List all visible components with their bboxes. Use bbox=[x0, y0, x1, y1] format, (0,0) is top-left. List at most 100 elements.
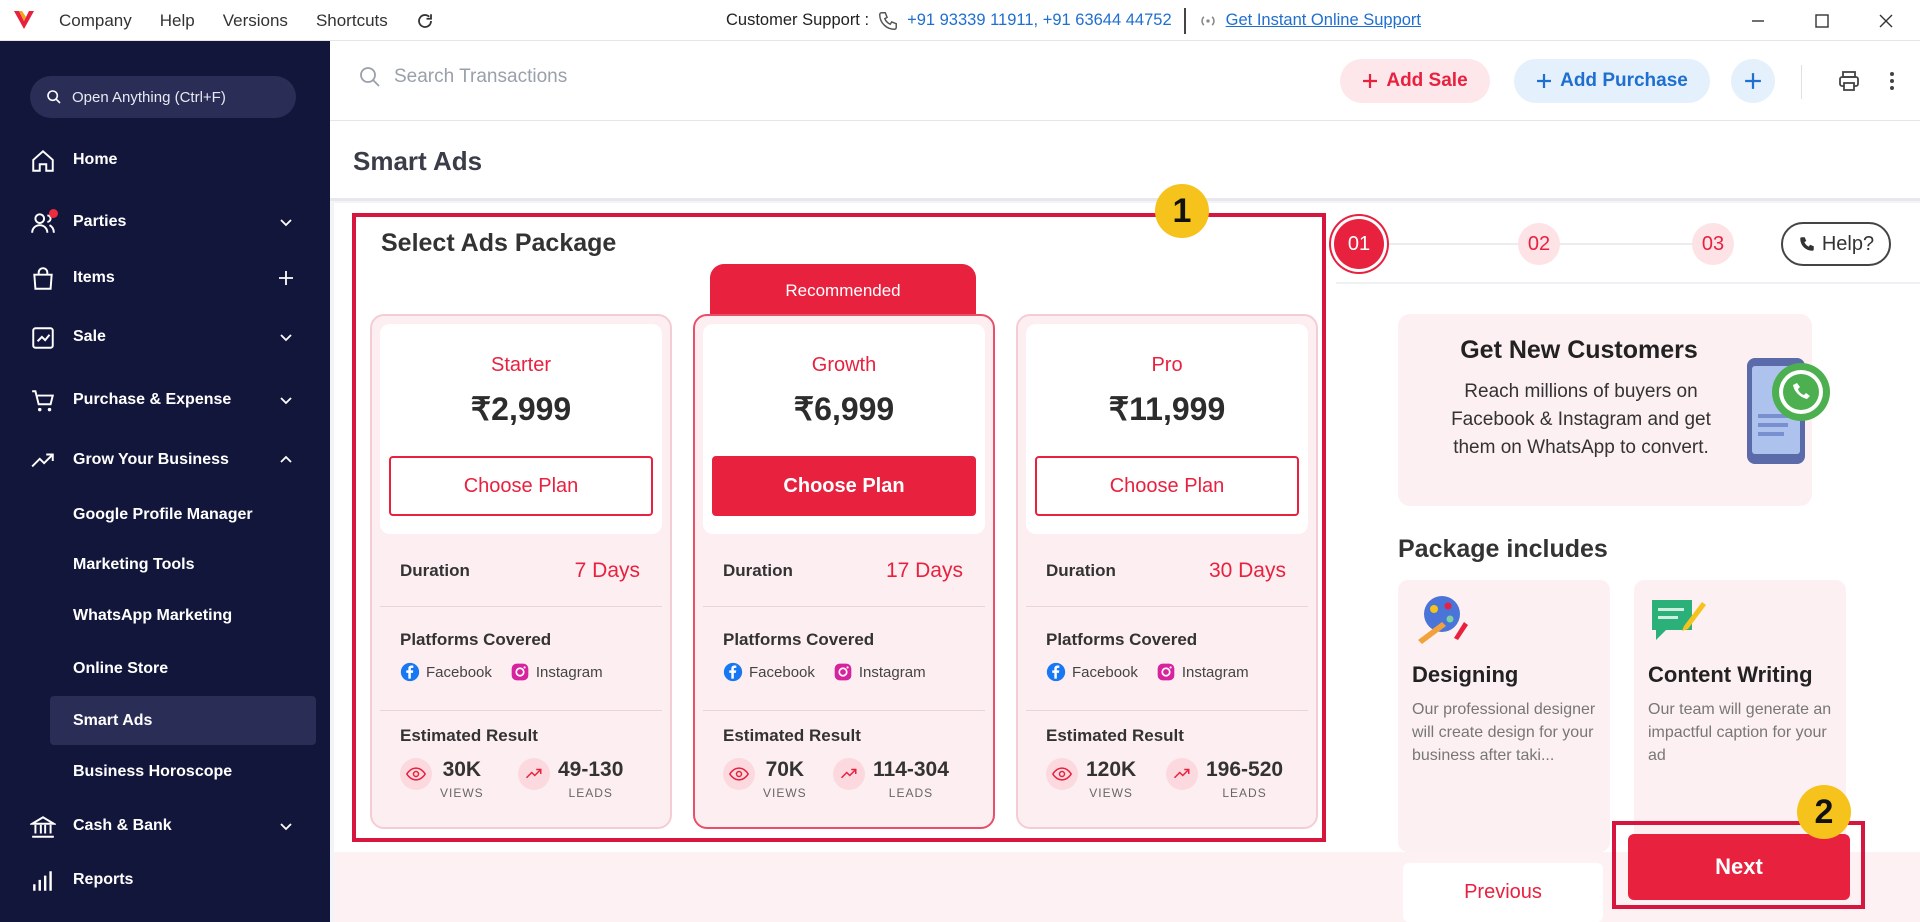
open-anything-search[interactable]: Open Anything (Ctrl+F) bbox=[30, 76, 296, 118]
help-label: Help? bbox=[1821, 232, 1875, 255]
home-icon bbox=[32, 149, 54, 172]
close-button[interactable] bbox=[1856, 0, 1916, 41]
divider bbox=[1801, 65, 1802, 99]
sidebar-item-purchase-expense[interactable]: Purchase & Expense bbox=[0, 378, 330, 422]
include-card-title: Designing bbox=[1412, 662, 1519, 687]
chevron-up-icon bbox=[280, 455, 292, 463]
step-indicator: 03 bbox=[1692, 223, 1734, 265]
phone-icon bbox=[1800, 237, 1814, 251]
close-icon bbox=[1879, 14, 1893, 27]
transaction-search[interactable]: Search Transactions bbox=[358, 65, 567, 89]
add-sale-label: Add Sale bbox=[1386, 70, 1468, 91]
include-card-designing: Designing Our professional designer will… bbox=[1398, 580, 1610, 852]
next-button[interactable]: Next bbox=[1628, 834, 1850, 900]
shopping-bag-icon bbox=[33, 267, 53, 290]
package-includes-title: Package includes bbox=[1398, 535, 1608, 563]
sidebar-subitem-marketing-tools[interactable]: Marketing Tools bbox=[50, 540, 316, 589]
sidebar-subitem-online-store[interactable]: Online Store bbox=[50, 644, 316, 693]
cart-icon bbox=[32, 390, 54, 412]
design-palette-icon bbox=[1418, 596, 1468, 644]
page-header: Smart Ads bbox=[330, 121, 1920, 201]
refresh-icon[interactable] bbox=[416, 12, 434, 30]
search-icon bbox=[47, 90, 61, 104]
chevron-down-icon bbox=[280, 334, 292, 342]
sidebar-item-label: Sale bbox=[73, 328, 106, 345]
support-label: Customer Support : bbox=[726, 11, 870, 29]
divider bbox=[1183, 7, 1186, 34]
search-input-placeholder[interactable]: Search Transactions bbox=[394, 66, 567, 88]
whatsapp-phone-illustration-icon bbox=[1747, 358, 1830, 464]
annotation-marker: 2 bbox=[1797, 785, 1851, 839]
sidebar-item-label: Cash & Bank bbox=[73, 817, 172, 834]
include-card-title: Content Writing bbox=[1648, 662, 1813, 687]
include-card-description: Our team will generate an impactful capt… bbox=[1648, 701, 1832, 764]
bank-icon bbox=[30, 816, 56, 838]
search-icon bbox=[360, 67, 380, 87]
sidebar-item-cash-bank[interactable]: Cash & Bank bbox=[0, 804, 330, 848]
app-logo-icon bbox=[14, 11, 34, 29]
step-connector bbox=[1560, 243, 1692, 245]
sidebar-subitem-google-profile[interactable]: Google Profile Manager bbox=[50, 490, 316, 539]
promo-text: Reach millions of buyers on Facebook & I… bbox=[1451, 381, 1711, 458]
more-vertical-icon bbox=[1890, 72, 1894, 90]
print-button[interactable] bbox=[1835, 67, 1863, 95]
sidebar-item-label: Reports bbox=[73, 871, 134, 888]
help-button[interactable]: Help? bbox=[1781, 222, 1891, 266]
notification-dot bbox=[49, 209, 58, 218]
sidebar-item-parties[interactable]: Parties bbox=[0, 200, 330, 244]
bar-chart-icon bbox=[33, 871, 52, 891]
maximize-button[interactable] bbox=[1792, 0, 1852, 41]
add-purchase-button[interactable]: Add Purchase bbox=[1514, 59, 1710, 103]
sidebar-subitem-business-horoscope[interactable]: Business Horoscope bbox=[50, 747, 316, 796]
sidebar-item-label: Purchase & Expense bbox=[73, 391, 232, 408]
menu-help[interactable]: Help bbox=[160, 11, 195, 31]
chat-pencil-icon bbox=[1652, 600, 1706, 640]
sidebar: Open Anything (Ctrl+F) Home Parties Item… bbox=[0, 41, 330, 922]
annotation-marker: 1 bbox=[1155, 184, 1209, 238]
printer-icon bbox=[1839, 71, 1859, 91]
plus-icon bbox=[1537, 74, 1552, 88]
open-anything-label: Open Anything (Ctrl+F) bbox=[72, 88, 226, 106]
sidebar-item-reports[interactable]: Reports bbox=[0, 858, 330, 902]
divider bbox=[1336, 282, 1920, 284]
sidebar-item-label: Items bbox=[73, 269, 115, 286]
menu-shortcuts[interactable]: Shortcuts bbox=[316, 11, 388, 31]
phone-icon bbox=[879, 11, 898, 30]
menu-company[interactable]: Company bbox=[59, 11, 132, 31]
step-indicator: 02 bbox=[1518, 223, 1560, 265]
maximize-icon bbox=[1815, 13, 1829, 28]
plus-icon[interactable] bbox=[278, 270, 294, 286]
sidebar-item-label: Parties bbox=[73, 213, 127, 230]
title-bar: Company Help Versions Shortcuts Customer… bbox=[0, 0, 1920, 41]
promo-title: Get New Customers bbox=[1460, 336, 1698, 364]
sidebar-subitem-whatsapp-marketing[interactable]: WhatsApp Marketing bbox=[50, 591, 316, 640]
broadcast-icon bbox=[1201, 15, 1215, 26]
previous-button[interactable]: Previous bbox=[1403, 863, 1603, 922]
chevron-down-icon bbox=[280, 823, 292, 831]
step-connector bbox=[1384, 243, 1522, 245]
plus-icon bbox=[1363, 74, 1378, 88]
step-indicator-active: 01 bbox=[1334, 219, 1384, 269]
top-bar: Search Transactions Add Sale Add Purchas… bbox=[330, 41, 1920, 121]
menu-versions[interactable]: Versions bbox=[223, 11, 288, 31]
sidebar-item-sale[interactable]: Sale bbox=[0, 315, 330, 359]
more-options-button[interactable] bbox=[1878, 67, 1906, 95]
add-more-button[interactable] bbox=[1731, 59, 1775, 103]
chevron-down-icon bbox=[280, 397, 292, 405]
sidebar-item-label: Home bbox=[73, 151, 118, 168]
include-card-description: Our professional designer will create de… bbox=[1412, 701, 1596, 764]
sale-chart-icon bbox=[32, 327, 54, 349]
trending-up-icon bbox=[31, 453, 54, 468]
support-phones[interactable]: +91 93339 11911, +91 63644 44752 bbox=[907, 11, 1172, 30]
minimize-button[interactable] bbox=[1728, 0, 1788, 41]
sidebar-subitem-smart-ads[interactable]: Smart Ads bbox=[50, 696, 316, 745]
minimize-icon bbox=[1752, 19, 1764, 22]
page-title: Smart Ads bbox=[353, 146, 483, 176]
annotation-highlight-box bbox=[352, 213, 1326, 842]
sidebar-item-grow-your-business[interactable]: Grow Your Business bbox=[0, 438, 330, 482]
chevron-down-icon bbox=[280, 219, 292, 227]
add-sale-button[interactable]: Add Sale bbox=[1340, 59, 1490, 103]
sidebar-item-items[interactable]: Items bbox=[0, 256, 330, 300]
online-support-link[interactable]: Get Instant Online Support bbox=[1226, 11, 1421, 30]
sidebar-item-home[interactable]: Home bbox=[0, 138, 330, 182]
